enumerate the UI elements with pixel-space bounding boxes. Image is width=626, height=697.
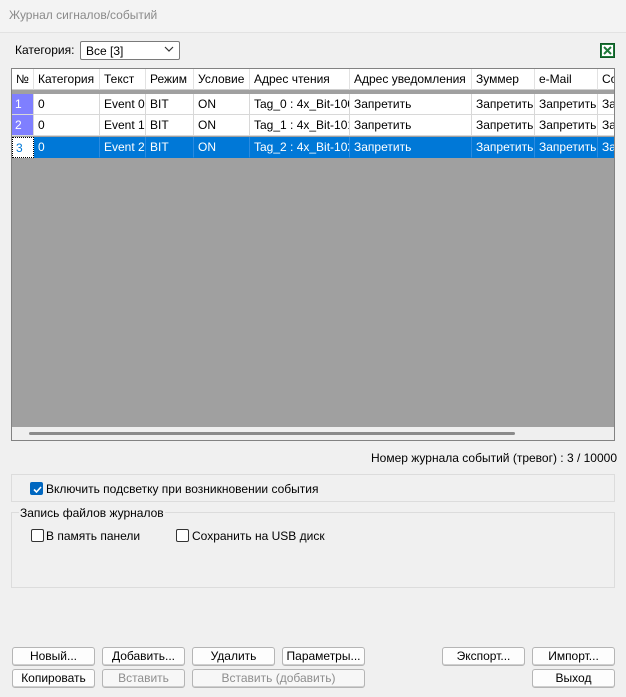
table-cell[interactable]: 0 xyxy=(34,137,100,158)
column-header[interactable]: e-Mail xyxy=(535,69,598,90)
table-cell[interactable]: 0 xyxy=(34,115,100,136)
paste-add-button[interactable]: Вставить (добавить) xyxy=(192,669,365,688)
export-button[interactable]: Экспорт... xyxy=(442,647,525,666)
table-cell[interactable]: Запретить xyxy=(350,137,472,158)
horizontal-scrollbar[interactable] xyxy=(12,427,614,440)
scrollbar-thumb[interactable] xyxy=(29,432,515,435)
table-cell[interactable]: Запретить xyxy=(472,137,535,158)
table-cell[interactable]: Зап xyxy=(598,137,614,158)
log-files-group-title: Запись файлов журналов xyxy=(19,506,165,520)
table-cell[interactable]: Запретить xyxy=(472,94,535,115)
table-cell[interactable]: Event 1 xyxy=(100,115,146,136)
panel-memory-label[interactable]: В память панели xyxy=(46,529,140,543)
table-cell[interactable]: Запретить xyxy=(535,115,598,136)
category-dropdown[interactable]: Все [3] xyxy=(80,41,180,60)
new-button[interactable]: Новый... xyxy=(12,647,95,666)
row-number[interactable]: 3 xyxy=(12,137,34,158)
table-cell[interactable]: BIT xyxy=(146,137,194,158)
column-header[interactable]: № xyxy=(12,69,34,90)
table-cell[interactable]: Зап xyxy=(598,94,614,115)
table-cell[interactable]: Запретить xyxy=(535,94,598,115)
table-cell[interactable]: Tag_2 : 4x_Bit-102 xyxy=(250,137,350,158)
event-log-status: Номер журнала событий (тревог) : 3 / 100… xyxy=(371,451,617,465)
panel-memory-checkbox[interactable] xyxy=(31,529,44,542)
table-cell[interactable]: Запретить xyxy=(472,115,535,136)
usb-disk-label[interactable]: Сохранить на USB диск xyxy=(192,529,325,543)
checkmark-icon xyxy=(33,486,42,494)
copy-button[interactable]: Копировать xyxy=(12,669,95,688)
column-header[interactable]: Режим xyxy=(146,69,194,90)
column-header[interactable]: Зуммер xyxy=(472,69,535,90)
column-header[interactable]: Адрес чтения xyxy=(250,69,350,90)
highlight-label[interactable]: Включить подсветку при возникновении соб… xyxy=(46,482,318,496)
table-cell[interactable]: Запретить xyxy=(535,137,598,158)
parameters-button[interactable]: Параметры... xyxy=(282,647,365,666)
title-bar: Журнал сигналов/событий xyxy=(0,0,626,33)
table-cell[interactable]: BIT xyxy=(146,94,194,115)
table-cell[interactable]: Запретить xyxy=(350,94,472,115)
column-header[interactable]: Со xyxy=(598,69,614,90)
row-number[interactable]: 2 xyxy=(12,115,34,136)
add-button[interactable]: Добавить... xyxy=(102,647,185,666)
window-title: Журнал сигналов/событий xyxy=(9,8,158,22)
table-cell[interactable]: ON xyxy=(194,137,250,158)
usb-disk-checkbox[interactable] xyxy=(176,529,189,542)
table-cell[interactable]: Event 2 xyxy=(100,137,146,158)
column-header[interactable]: Адрес уведомления xyxy=(350,69,472,90)
exit-button[interactable]: Выход xyxy=(532,669,615,688)
table-cell[interactable]: ON xyxy=(194,94,250,115)
table-header: № Категория Текст Режим Условие Адрес чт… xyxy=(12,69,614,90)
column-header[interactable]: Текст xyxy=(100,69,146,90)
excel-icon[interactable] xyxy=(600,43,615,58)
table-row[interactable]: 1 0 Event 0 BIT ON Tag_0 : 4x_Bit-100 За… xyxy=(12,94,614,115)
log-files-group xyxy=(11,512,615,588)
chevron-down-icon xyxy=(164,46,174,52)
table-cell[interactable]: ON xyxy=(194,115,250,136)
delete-button[interactable]: Удалить xyxy=(192,647,275,666)
table-cell[interactable]: 0 xyxy=(34,94,100,115)
column-header[interactable]: Условие xyxy=(194,69,250,90)
category-value: Все [3] xyxy=(86,44,124,58)
import-button[interactable]: Импорт... xyxy=(532,647,615,666)
events-table[interactable]: № Категория Текст Режим Условие Адрес чт… xyxy=(11,68,615,441)
table-cell[interactable]: BIT xyxy=(146,115,194,136)
table-row[interactable]: 2 0 Event 1 BIT ON Tag_1 : 4x_Bit-101 За… xyxy=(12,115,614,136)
highlight-checkbox[interactable] xyxy=(30,482,43,495)
table-cell[interactable]: Tag_1 : 4x_Bit-101 xyxy=(250,115,350,136)
table-cell[interactable]: Зап xyxy=(598,115,614,136)
table-cell[interactable]: Запретить xyxy=(350,115,472,136)
column-header[interactable]: Категория xyxy=(34,69,100,90)
table-cell[interactable]: Tag_0 : 4x_Bit-100 xyxy=(250,94,350,115)
paste-button[interactable]: Вставить xyxy=(102,669,185,688)
table-cell[interactable]: Event 0 xyxy=(100,94,146,115)
row-number[interactable]: 1 xyxy=(12,94,34,115)
table-row-selected[interactable]: 3 0 Event 2 BIT ON Tag_2 : 4x_Bit-102 За… xyxy=(12,137,614,158)
category-label: Категория: xyxy=(15,43,75,57)
